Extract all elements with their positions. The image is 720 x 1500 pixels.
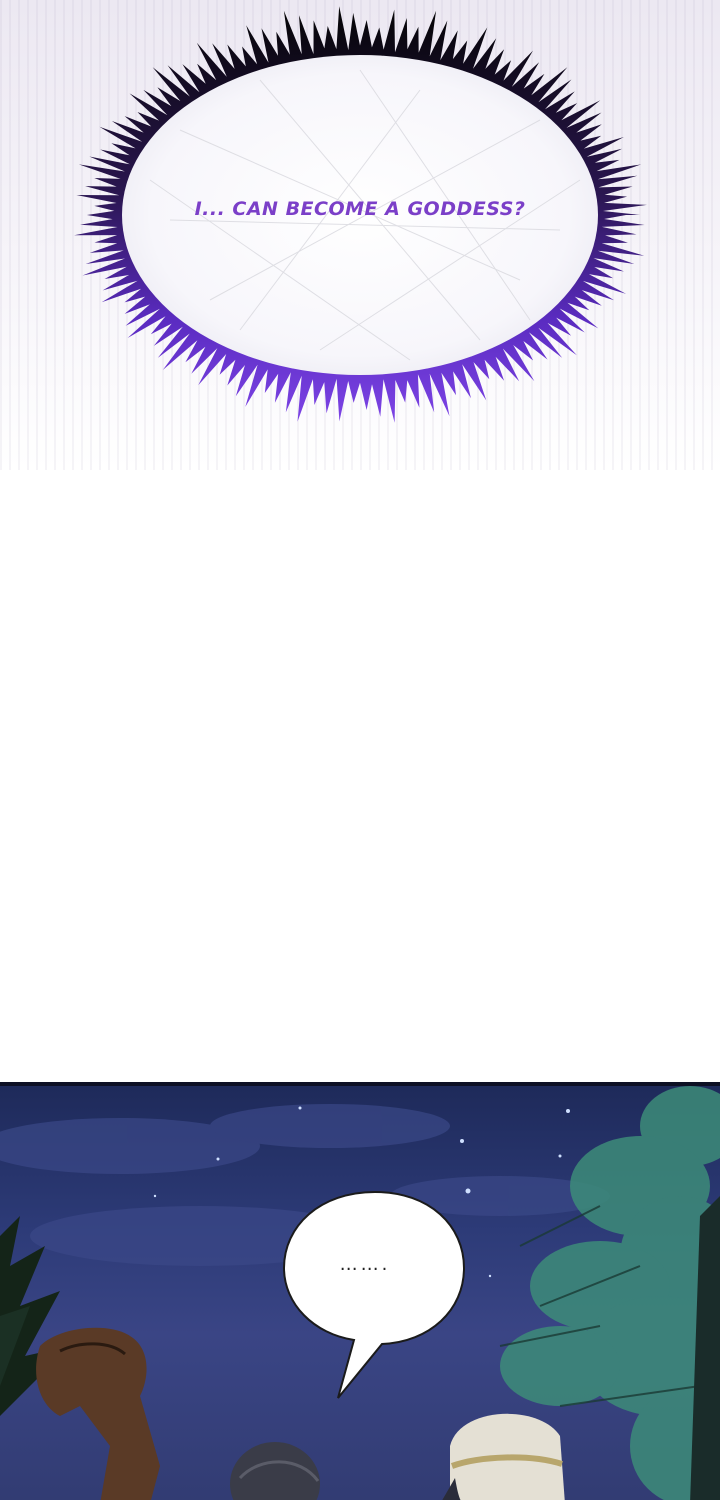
speech-text: ……. xyxy=(339,1254,391,1275)
speech-bubble xyxy=(282,1190,466,1399)
thought-text: I... CAN BECOME A GODDESS? xyxy=(194,198,526,220)
thought-panel: I... CAN BECOME A GODDESS? xyxy=(0,0,720,470)
thought-bubble xyxy=(74,6,647,423)
panel-gutter xyxy=(0,470,720,1082)
